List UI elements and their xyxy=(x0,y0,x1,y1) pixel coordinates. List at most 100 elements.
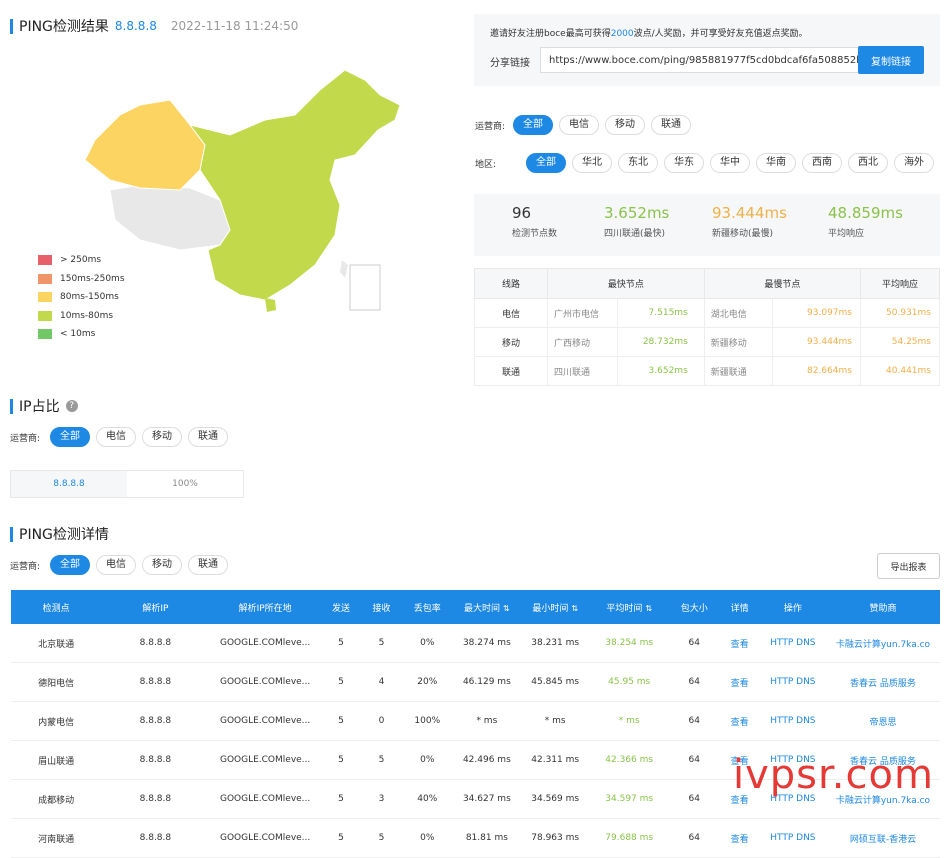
details-cell: 38.274 ms xyxy=(452,624,522,663)
filter-pill-8[interactable]: 海外 xyxy=(894,153,935,173)
details-cell: 64 xyxy=(669,701,720,741)
details-cell: 河南联通 xyxy=(11,818,102,858)
export-report-button[interactable]: 导出报表 xyxy=(877,553,940,579)
filter-pill-2[interactable]: 移动 xyxy=(142,427,183,447)
details-cell: 眉山联通 xyxy=(11,740,102,780)
legend-label: 80ms-150ms xyxy=(60,292,119,302)
details-cell: GOOGLE.COMleve... xyxy=(209,779,321,819)
map-south-sea-inset xyxy=(349,264,381,311)
view-detail-link[interactable]: 查看 xyxy=(719,662,760,702)
filter-pill-6[interactable]: 西南 xyxy=(802,153,843,173)
sort-icon[interactable]: ⇅ xyxy=(503,604,510,613)
region-filter: 地区: 全部 华北 东北 华东 华中 华南 西南 西北 海外 xyxy=(475,153,940,173)
ip-share-ip: 8.8.8.8 xyxy=(11,471,127,497)
details-cell: 42.366 ms xyxy=(589,740,670,780)
sort-icon[interactable]: ⇅ xyxy=(645,604,652,613)
details-header-label: 解析IP所在地 xyxy=(238,603,292,614)
legend-item: 10ms-80ms xyxy=(38,310,113,321)
map-region-hainan[interactable] xyxy=(265,298,276,312)
details-cell: 34.597 ms xyxy=(589,779,670,819)
filter-pill-0[interactable]: 全部 xyxy=(526,153,567,173)
details-cell: 64 xyxy=(669,740,720,780)
filter-pill-4[interactable]: 华中 xyxy=(710,153,751,173)
details-cell: 8.8.8.8 xyxy=(101,818,210,858)
summary-cell: 广西移动 xyxy=(546,327,619,357)
details-header-label: 检测点 xyxy=(42,603,70,614)
details-cell: 北京联通 xyxy=(11,624,102,663)
sponsor-link[interactable]: 帝恩思 xyxy=(825,701,940,741)
sponsor-link[interactable]: 香春云 品质服务 xyxy=(825,662,940,702)
details-cell: 8.8.8.8 xyxy=(101,701,210,741)
stat-value: 96 xyxy=(512,204,532,222)
details-header-label: 详情 xyxy=(730,603,749,614)
sort-icon[interactable]: ⇅ xyxy=(571,604,578,613)
details-cell: 64 xyxy=(669,779,720,819)
details-cell: 45.95 ms xyxy=(589,662,670,702)
share-link-input[interactable] xyxy=(540,47,868,73)
summary-cell: 湖北电信 xyxy=(703,298,774,328)
http-dns-links[interactable]: HTTP DNS xyxy=(759,624,826,663)
summary-cell: 50.931ms xyxy=(860,298,940,328)
help-icon[interactable]: ? xyxy=(65,400,78,412)
details-row: 内蒙电信 8.8.8.8 GOOGLE.COMleve... 5 0 100% * ms * … xyxy=(11,701,940,741)
view-detail-link[interactable]: 查看 xyxy=(719,818,760,858)
filter-pill-2[interactable]: 移动 xyxy=(605,115,646,135)
details-cell: 5 xyxy=(361,818,402,858)
sponsor-link[interactable]: 网硕互联-香港云 xyxy=(825,818,940,858)
stat-item: 48.859ms 平均响应 xyxy=(828,204,903,239)
details-cell: GOOGLE.COMleve... xyxy=(209,624,321,663)
filter-pill-0[interactable]: 全部 xyxy=(50,427,91,447)
filter-pill-1[interactable]: 电信 xyxy=(96,555,137,575)
filter-pill-0[interactable]: 全部 xyxy=(513,115,554,135)
ip-share-table: 8.8.8.8 100% xyxy=(10,470,244,498)
stat-value: 48.859ms xyxy=(828,204,903,222)
filter-pill-7[interactable]: 西北 xyxy=(848,153,889,173)
details-cell: 0% xyxy=(401,818,453,858)
china-ping-map[interactable] xyxy=(80,60,410,320)
filter-pill-3[interactable]: 联通 xyxy=(188,555,229,575)
view-detail-link[interactable]: 查看 xyxy=(719,701,760,741)
details-cell: * ms xyxy=(589,701,670,741)
details-header-label: 解析IP xyxy=(142,603,169,614)
details-cell: 8.8.8.8 xyxy=(101,662,210,702)
filter-pill-5[interactable]: 华南 xyxy=(756,153,797,173)
details-cell: 79.688 ms xyxy=(589,818,670,858)
share-link-label: 分享链接 xyxy=(490,58,530,69)
filter-pill-1[interactable]: 电信 xyxy=(559,115,600,135)
ip-share-percent: 100% xyxy=(172,479,198,489)
ip-isp-filter: 运营商: 全部 电信 移动 联通 xyxy=(10,427,234,447)
isp-filter: 运营商: 全部 电信 移动 联通 xyxy=(475,115,697,135)
http-dns-links[interactable]: HTTP DNS xyxy=(759,818,826,858)
details-header: 赞助商 xyxy=(825,590,940,624)
details-cell: 0% xyxy=(401,624,453,663)
details-cell: 81.81 ms xyxy=(452,818,522,858)
summary-cell: 联通 xyxy=(474,356,548,386)
filter-pill-3[interactable]: 联通 xyxy=(188,427,229,447)
filter-pill-2[interactable]: 东北 xyxy=(618,153,659,173)
filter-pill-3[interactable]: 华东 xyxy=(664,153,705,173)
details-cell: 0 xyxy=(361,701,402,741)
filter-pill-0[interactable]: 全部 xyxy=(50,555,91,575)
filter-pill-1[interactable]: 华北 xyxy=(572,153,613,173)
details-header[interactable]: 平均时间 ⇅ xyxy=(589,590,670,624)
map-region-taiwan[interactable] xyxy=(340,260,348,278)
ping-details-table: 检测点 解析IP 解析IP所在地 发送 接收 丢包率 最大时间 ⇅ 最小时间 ⇅ 平均时间 ⇅ 包大小详… xyxy=(11,590,940,858)
details-header-label: 平均时间 xyxy=(606,603,643,614)
details-header[interactable]: 最小时间 ⇅ xyxy=(521,590,590,624)
legend-item: > 250ms xyxy=(38,255,101,265)
copy-link-button[interactable]: 复制链接 xyxy=(858,46,924,74)
details-cell: 8.8.8.8 xyxy=(101,624,210,663)
sponsor-link[interactable]: 卡融云计算yun.7ka.co xyxy=(825,624,940,663)
ip-share-title: IP占比 ? xyxy=(10,396,78,416)
http-dns-links[interactable]: HTTP DNS xyxy=(759,662,826,702)
details-cell: 5 xyxy=(320,624,362,663)
map-region-xinjiang[interactable] xyxy=(84,99,206,191)
details-header[interactable]: 最大时间 ⇅ xyxy=(452,590,522,624)
filter-pill-2[interactable]: 移动 xyxy=(142,555,183,575)
filter-pill-3[interactable]: 联通 xyxy=(651,115,692,135)
filter-pill-1[interactable]: 电信 xyxy=(96,427,137,447)
view-detail-link[interactable]: 查看 xyxy=(719,624,760,663)
map-region-tibet[interactable] xyxy=(109,184,231,251)
http-dns-links[interactable]: HTTP DNS xyxy=(759,701,826,741)
legend-label: > 250ms xyxy=(60,255,102,265)
